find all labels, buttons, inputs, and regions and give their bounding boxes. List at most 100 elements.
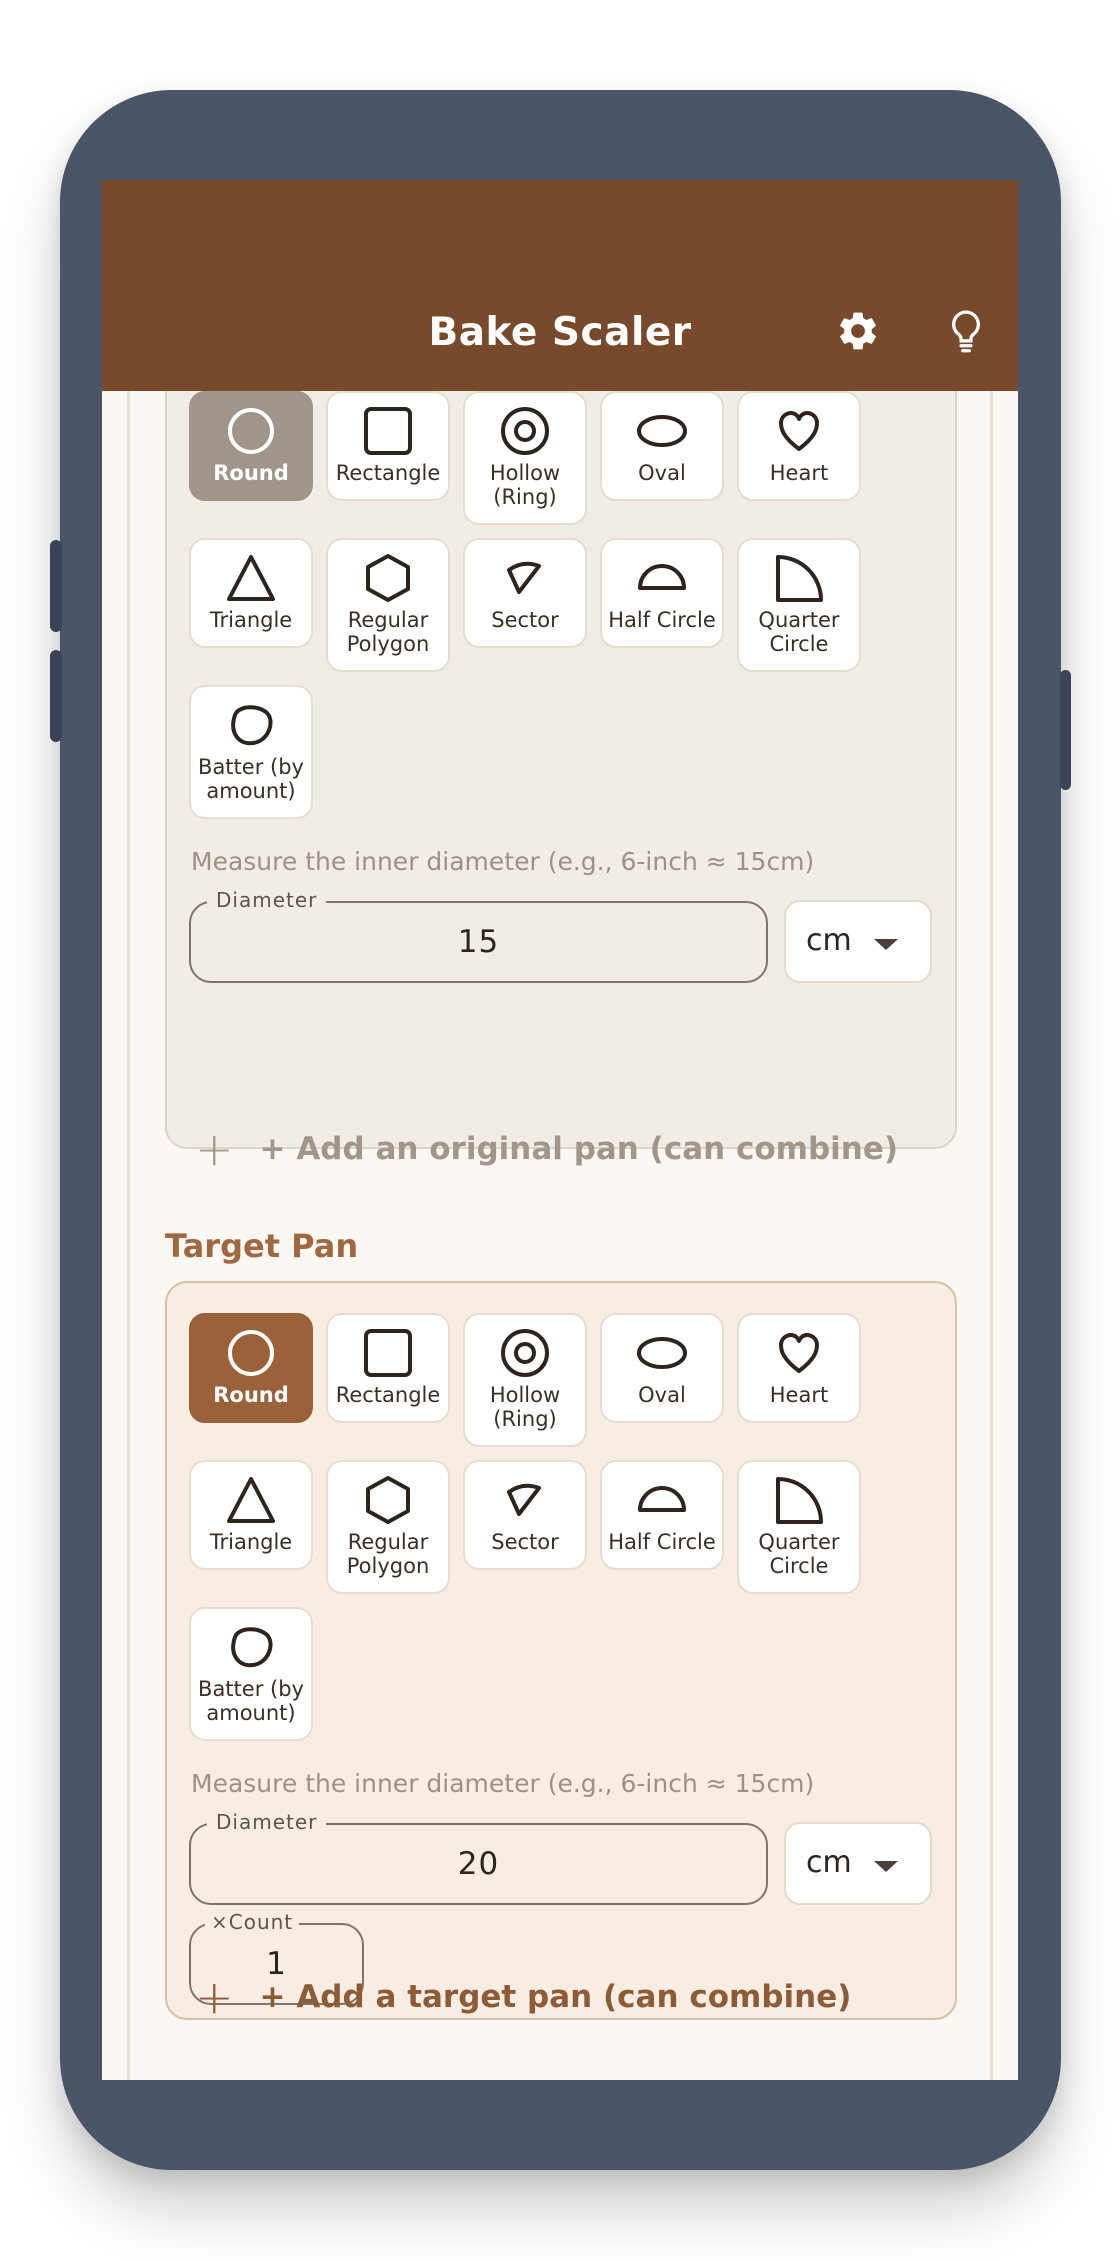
circle-icon [228,408,274,454]
shape-option-round[interactable]: Round [189,1313,313,1423]
shape-option-rectangle[interactable]: Rectangle [326,391,450,501]
diameter-input[interactable]: Diameter 15 [189,889,768,983]
target-pan-card: Round Rectangle Hollow (Ring) Oval Heart… [165,1281,957,2020]
gear-icon[interactable] [833,306,883,356]
lightbulb-icon[interactable] [941,306,991,356]
shape-label: Round [213,1383,289,1407]
blob-icon [231,1627,273,1668]
diameter-label: Diameter [207,1811,327,1833]
shape-option-quarter-circle[interactable]: Quarter Circle [737,1460,861,1594]
diameter-value: 20 [457,1846,500,1882]
sector-icon [507,1483,541,1516]
shape-label: Batter (by amount) [198,755,304,803]
shape-option-quarter-circle[interactable]: Quarter Circle [737,538,861,672]
sector-icon [507,561,541,594]
ring-icon [501,1329,549,1377]
hexagon-icon [366,1476,410,1524]
app-screen: Bake Scaler Round Rectangle Hollow (Ring… [102,180,1018,2080]
plus-icon: + [195,1970,234,2024]
target-pan-title: Target Pan [165,1227,359,1265]
shape-option-sector[interactable]: Sector [463,1460,587,1570]
shape-option-round[interactable]: Round [189,391,313,501]
shape-option-sector[interactable]: Sector [463,538,587,648]
shape-label: Half Circle [608,608,716,632]
measure-hint: Measure the inner diameter (e.g., 6-inch… [191,1769,815,1798]
shape-label: Sector [491,1530,559,1554]
oval-icon [637,415,687,447]
diameter-label: Diameter [207,889,327,911]
shape-label: Rectangle [335,461,441,485]
unit-dropdown[interactable]: cm [784,900,932,983]
heart-icon [779,411,819,451]
power-button [1060,670,1071,790]
shape-option-hollow-ring[interactable]: Hollow (Ring) [463,1313,587,1447]
shape-option-half-circle[interactable]: Half Circle [600,1460,724,1570]
oval-icon [637,1337,687,1369]
shape-option-heart[interactable]: Heart [737,391,861,501]
triangle-icon [227,1477,275,1523]
shape-label: Triangle [209,1530,293,1554]
circle-icon [228,1330,274,1376]
shape-option-regular-polygon[interactable]: Regular Polygon [326,538,450,672]
plus-icon: + [195,1122,234,1176]
shape-option-heart[interactable]: Heart [737,1313,861,1423]
shape-option-half-circle[interactable]: Half Circle [600,538,724,648]
shape-option-rectangle[interactable]: Rectangle [326,1313,450,1423]
chevron-down-icon [874,939,898,950]
shape-label: Quarter Circle [758,1530,840,1578]
count-label: ×Count [205,1911,300,1933]
shape-label: Round [213,461,289,485]
add-original-pan-label: + Add an original pan (can combine) [259,1131,899,1167]
hexagon-icon [366,554,410,602]
volume-up-button [50,540,62,632]
square-icon [364,407,412,455]
original-pan-card: Round Rectangle Hollow (Ring) Oval Heart… [165,391,957,1149]
shape-option-triangle[interactable]: Triangle [189,538,313,648]
chevron-down-icon [874,1861,898,1872]
quarter-circle-icon [776,1477,823,1524]
shape-option-oval[interactable]: Oval [600,1313,724,1423]
shape-label: Oval [638,1383,686,1407]
half-circle-icon [638,564,686,590]
heart-icon [779,1333,819,1373]
shape-label: Triangle [209,608,293,632]
unit-dropdown[interactable]: cm [784,1822,932,1905]
shape-label: Heart [769,461,829,485]
scroll-content[interactable]: Round Rectangle Hollow (Ring) Oval Heart… [102,391,1018,2080]
shape-label: Regular Polygon [346,1530,430,1578]
shape-label: Sector [491,608,559,632]
app-bar: Bake Scaler [102,180,1018,391]
shape-label: Half Circle [608,1530,716,1554]
shape-label: Batter (by amount) [198,1677,304,1725]
shape-label: Regular Polygon [346,608,430,656]
shape-option-batter[interactable]: Batter (by amount) [189,1607,313,1741]
shape-label: Heart [769,1383,829,1407]
diameter-value: 15 [457,924,500,960]
add-target-pan-label: + Add a target pan (can combine) [259,1979,852,2015]
add-target-pan-button[interactable]: + + Add a target pan (can combine) [195,1970,852,2024]
ring-icon [501,407,549,455]
diameter-input[interactable]: Diameter 20 [189,1811,768,1905]
unit-value: cm [806,923,852,958]
square-icon [364,1329,412,1377]
unit-value: cm [806,1845,852,1880]
volume-down-button [50,650,62,742]
shape-option-regular-polygon[interactable]: Regular Polygon [326,1460,450,1594]
shape-option-batter[interactable]: Batter (by amount) [189,685,313,819]
shape-option-triangle[interactable]: Triangle [189,1460,313,1570]
content-rail-right [990,391,993,2080]
content-rail-left [127,391,130,2080]
shape-label: Hollow (Ring) [489,461,561,509]
shape-label: Rectangle [335,1383,441,1407]
blob-icon [231,705,273,746]
shape-option-hollow-ring[interactable]: Hollow (Ring) [463,391,587,525]
half-circle-icon [638,1486,686,1512]
add-original-pan-button[interactable]: + + Add an original pan (can combine) [195,1122,899,1176]
shape-label: Hollow (Ring) [489,1383,561,1431]
shape-label: Oval [638,461,686,485]
shape-option-oval[interactable]: Oval [600,391,724,501]
measure-hint: Measure the inner diameter (e.g., 6-inch… [191,847,815,876]
triangle-icon [227,555,275,601]
quarter-circle-icon [776,555,823,602]
shape-label: Quarter Circle [758,608,840,656]
